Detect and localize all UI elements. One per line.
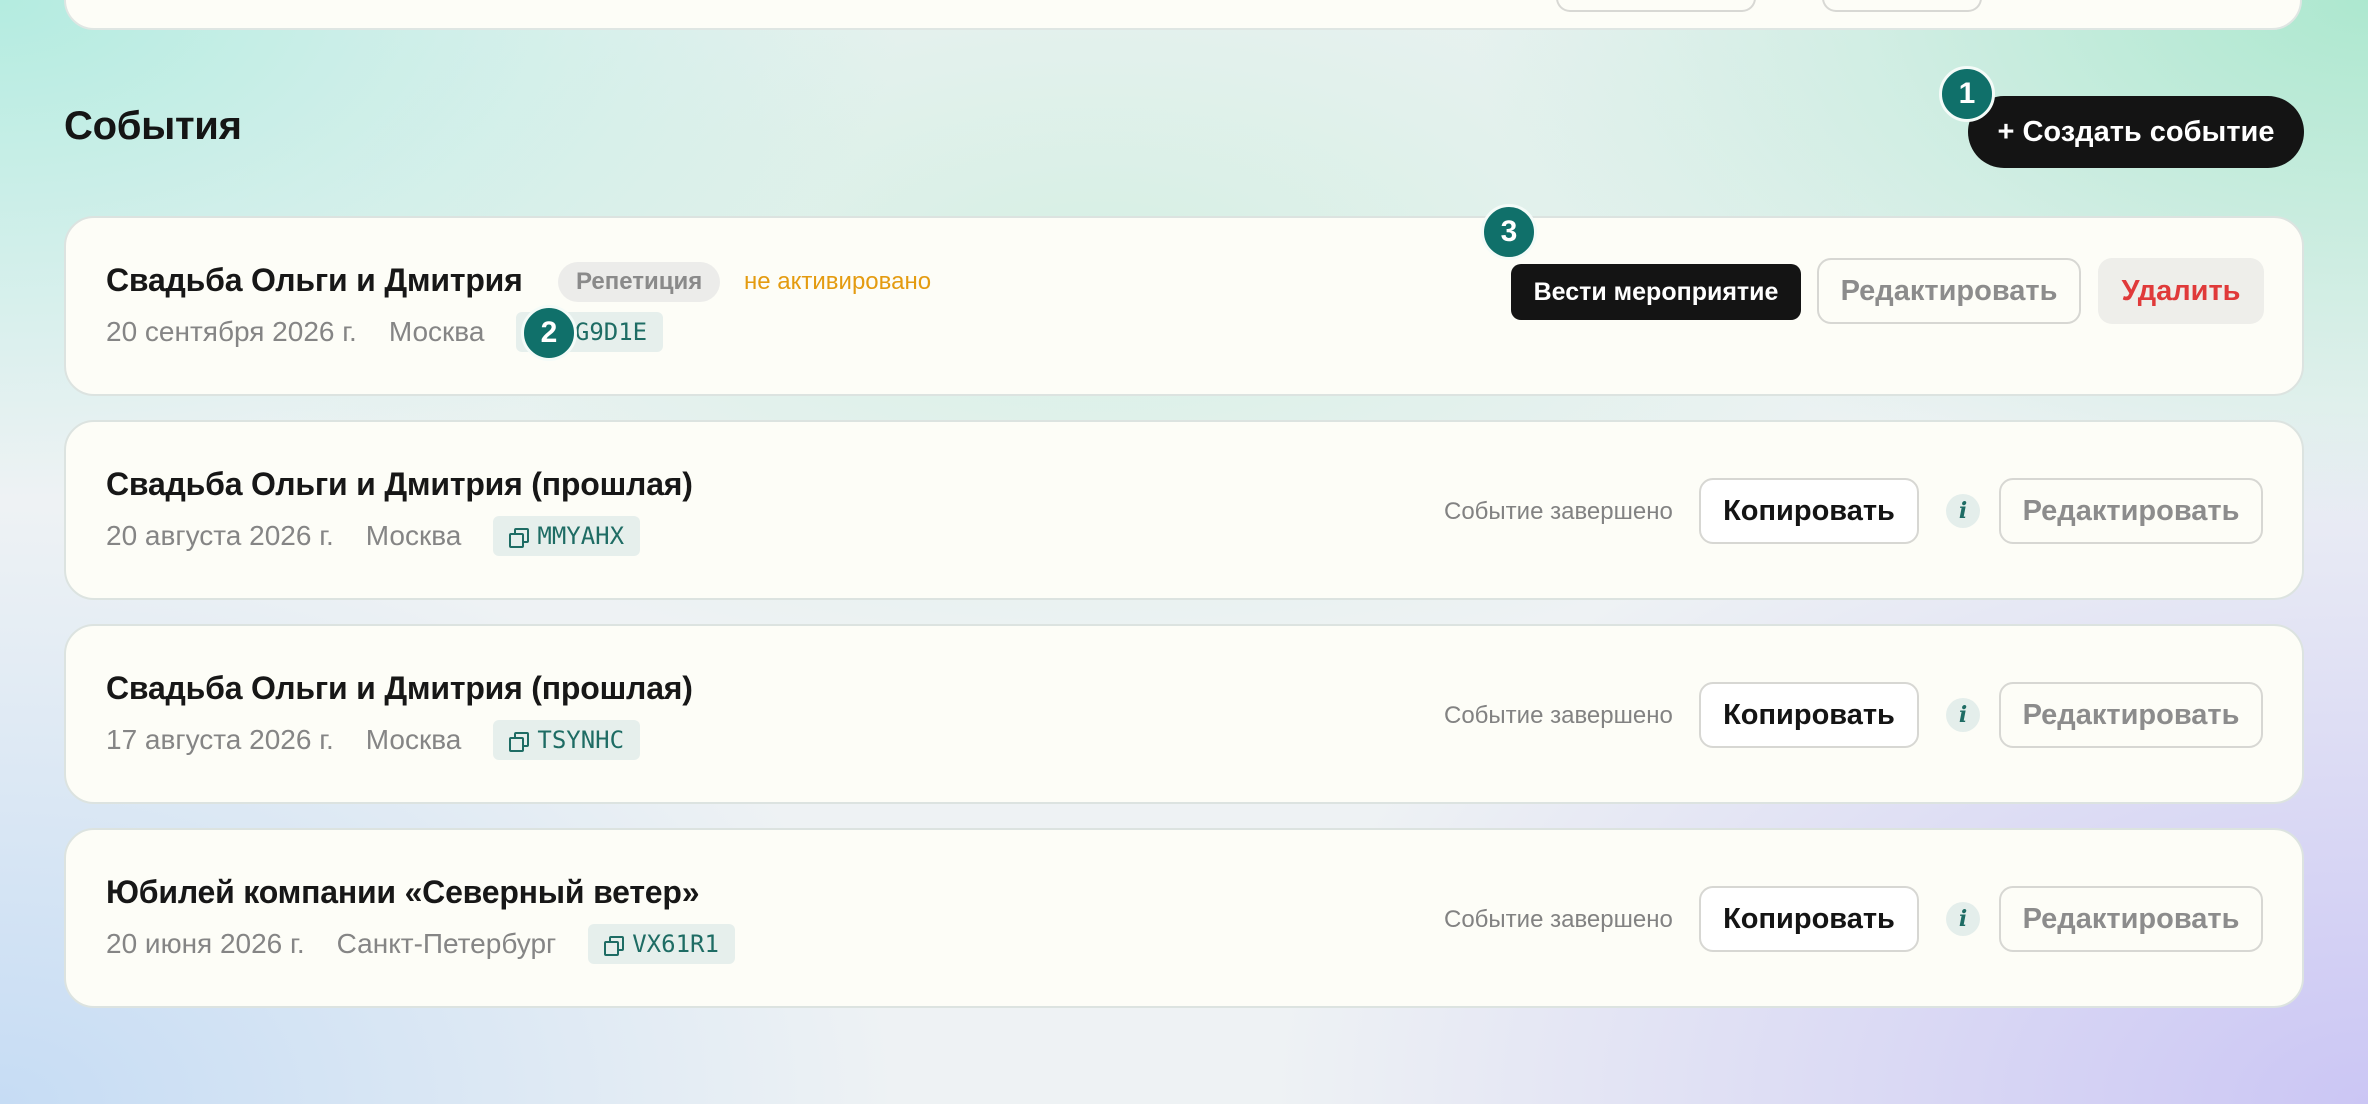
event-title: Свадьба Ольги и Дмитрия bbox=[106, 262, 523, 298]
event-code: VX61R1 bbox=[632, 930, 719, 958]
info-icon[interactable]: i bbox=[1946, 494, 1980, 528]
run-event-button[interactable]: Вести мероприятие bbox=[1511, 264, 1801, 320]
event-code: MMYAHX bbox=[537, 522, 625, 550]
event-city: Москва bbox=[365, 724, 462, 755]
copy-event-button[interactable]: Копировать bbox=[1699, 682, 1919, 748]
edit-button[interactable]: Редактировать bbox=[1999, 682, 2263, 748]
event-finished-label: Событие завершено bbox=[1444, 702, 1673, 729]
event-date: 17 августа 2026 г. bbox=[106, 724, 334, 755]
event-card: Юбилей компании «Северный ветер» 20 июня… bbox=[64, 828, 2304, 1008]
rehearsal-badge: Репетиция bbox=[558, 262, 721, 302]
activation-status: не активировано bbox=[744, 268, 932, 295]
edit-button[interactable]: Редактировать bbox=[1817, 258, 2081, 324]
event-city: Москва bbox=[388, 316, 485, 347]
info-icon[interactable]: i bbox=[1946, 698, 1980, 732]
event-title: Юбилей компании «Северный ветер» bbox=[106, 874, 700, 910]
event-meta: 20 июня 2026 г. Санкт-Петербург VX61R1 bbox=[106, 923, 735, 965]
event-city: Москва bbox=[365, 520, 462, 551]
page-title: События bbox=[64, 104, 242, 148]
event-title: Свадьба Ольги и Дмитрия (прошлая) bbox=[106, 466, 693, 502]
event-meta: 17 августа 2026 г. Москва TSYNHC bbox=[106, 719, 641, 761]
previous-section-card bbox=[64, 0, 2302, 30]
event-card: Свадьба Ольги и Дмитрия Репетиция не акт… bbox=[64, 216, 2304, 396]
event-code: TSYNHC bbox=[537, 726, 625, 754]
event-title: Свадьба Ольги и Дмитрия (прошлая) bbox=[106, 670, 693, 706]
event-meta: 20 августа 2026 г. Москва MMYAHX bbox=[106, 515, 641, 557]
event-card: Свадьба Ольги и Дмитрия (прошлая) 17 авг… bbox=[64, 624, 2304, 804]
event-finished-label: Событие завершено bbox=[1444, 906, 1673, 933]
event-meta: 20 сентября 2026 г. Москва YG9D1E bbox=[106, 311, 664, 353]
copy-event-button[interactable]: Копировать bbox=[1699, 886, 1919, 952]
event-finished-label: Событие завершено bbox=[1444, 498, 1673, 525]
event-card: Свадьба Ольги и Дмитрия (прошлая) 20 авг… bbox=[64, 420, 2304, 600]
event-code-chip[interactable]: MMYAHX bbox=[493, 516, 641, 556]
event-code-chip[interactable]: VX61R1 bbox=[588, 924, 735, 964]
edit-button[interactable]: Редактировать bbox=[1999, 886, 2263, 952]
copy-icon bbox=[509, 732, 530, 752]
copy-event-button[interactable]: Копировать bbox=[1699, 478, 1919, 544]
event-code-chip[interactable]: TSYNHC bbox=[493, 720, 641, 760]
delete-button[interactable]: Удалить bbox=[2098, 258, 2264, 324]
info-icon[interactable]: i bbox=[1946, 902, 1980, 936]
top-card-control[interactable] bbox=[1556, 0, 1756, 12]
create-event-button[interactable]: + Создать событие bbox=[1968, 96, 2304, 168]
step-marker-3: 3 bbox=[1481, 204, 1537, 260]
top-card-control[interactable] bbox=[1822, 0, 1982, 12]
copy-icon bbox=[509, 528, 530, 548]
step-marker-2: 2 bbox=[521, 305, 577, 361]
copy-icon bbox=[604, 936, 625, 956]
edit-button[interactable]: Редактировать bbox=[1999, 478, 2263, 544]
step-marker-1: 1 bbox=[1939, 66, 1995, 122]
event-date: 20 сентября 2026 г. bbox=[106, 316, 357, 347]
event-date: 20 августа 2026 г. bbox=[106, 520, 334, 551]
event-date: 20 июня 2026 г. bbox=[106, 928, 305, 959]
event-city: Санкт-Петербург bbox=[336, 928, 557, 959]
